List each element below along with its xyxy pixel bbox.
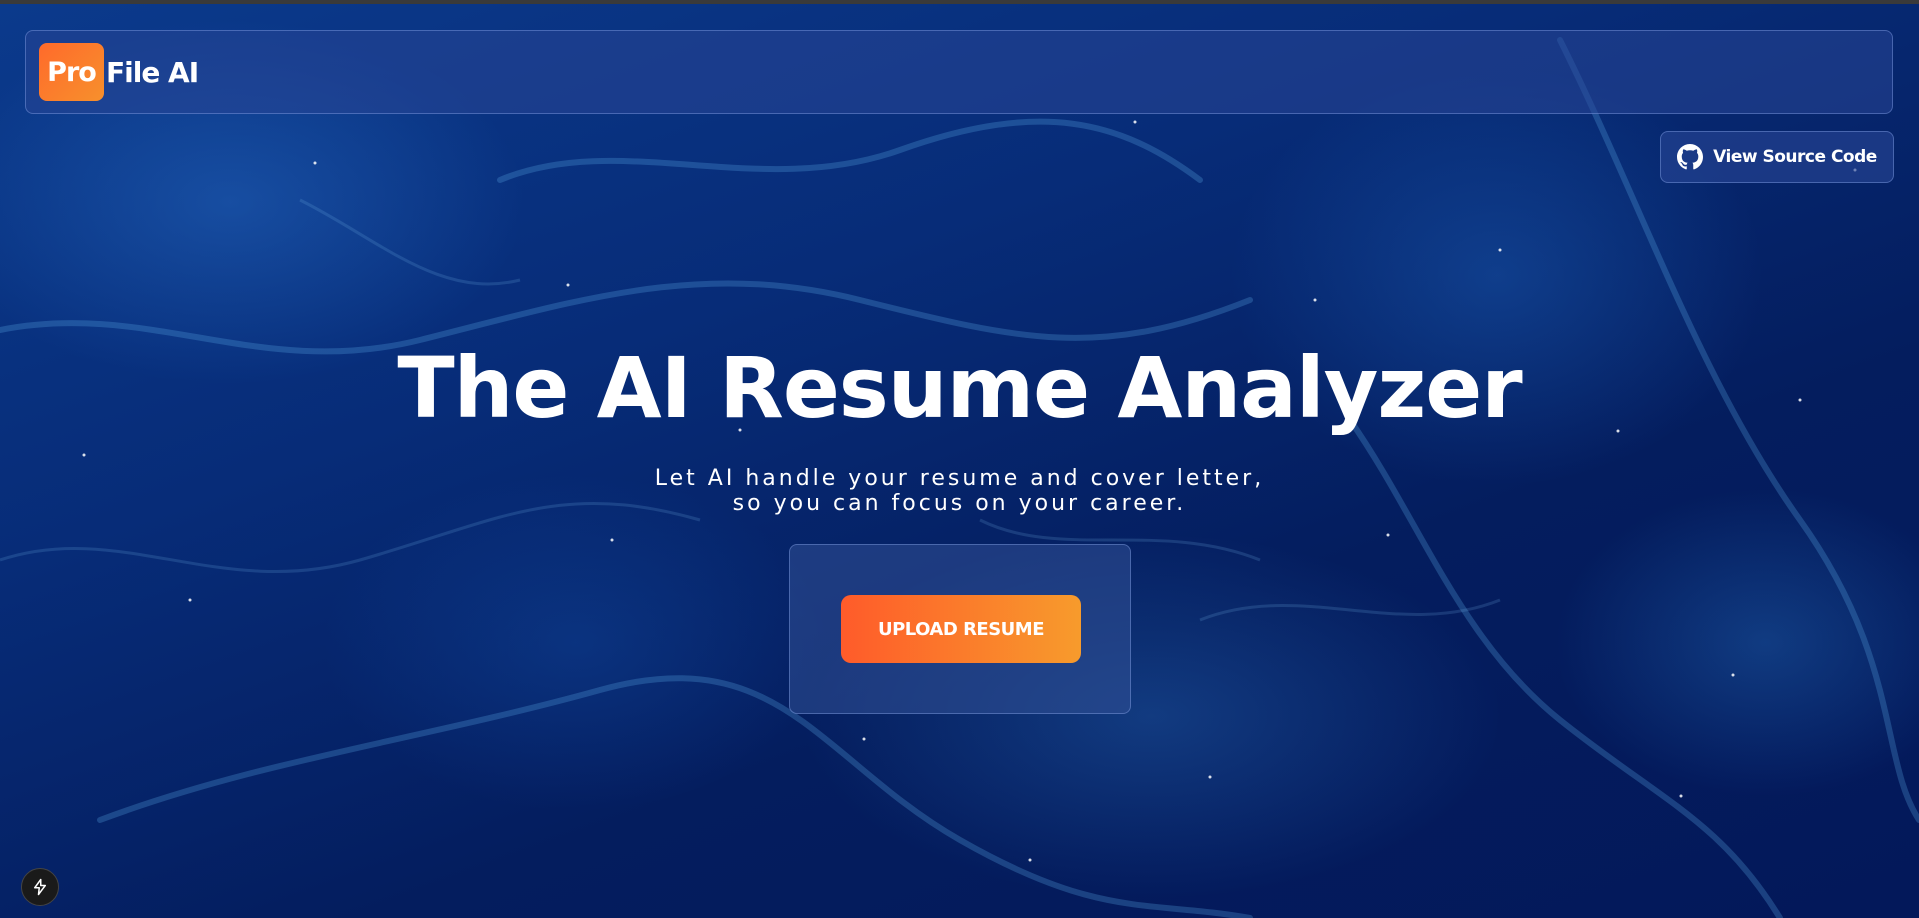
view-source-code-button[interactable]: View Source Code (1660, 131, 1894, 183)
upload-resume-button[interactable]: UPLOAD RESUME (841, 595, 1081, 663)
top-navbar: Pro File AI (25, 30, 1893, 114)
hero-subtitle-line-2: so you can focus on your career. (732, 491, 1187, 516)
logo-text[interactable]: File AI (106, 56, 199, 89)
hero-subtitle-line-1: Let AI handle your resume and cover lett… (654, 466, 1265, 491)
upload-card: UPLOAD RESUME (789, 544, 1131, 714)
browser-top-strip (0, 0, 1919, 4)
github-icon (1677, 144, 1704, 170)
view-source-code-label: View Source Code (1713, 147, 1877, 167)
dev-tools-button[interactable] (21, 868, 59, 906)
logo-badge-text: Pro (47, 56, 97, 88)
logo-badge[interactable]: Pro (39, 43, 104, 101)
background-texture (0, 37, 1919, 918)
lightning-bolt-icon (34, 878, 46, 896)
hero-title: The AI Resume Analyzer (397, 339, 1522, 437)
hero-subtitle: Let AI handle your resume and cover lett… (0, 466, 1919, 516)
